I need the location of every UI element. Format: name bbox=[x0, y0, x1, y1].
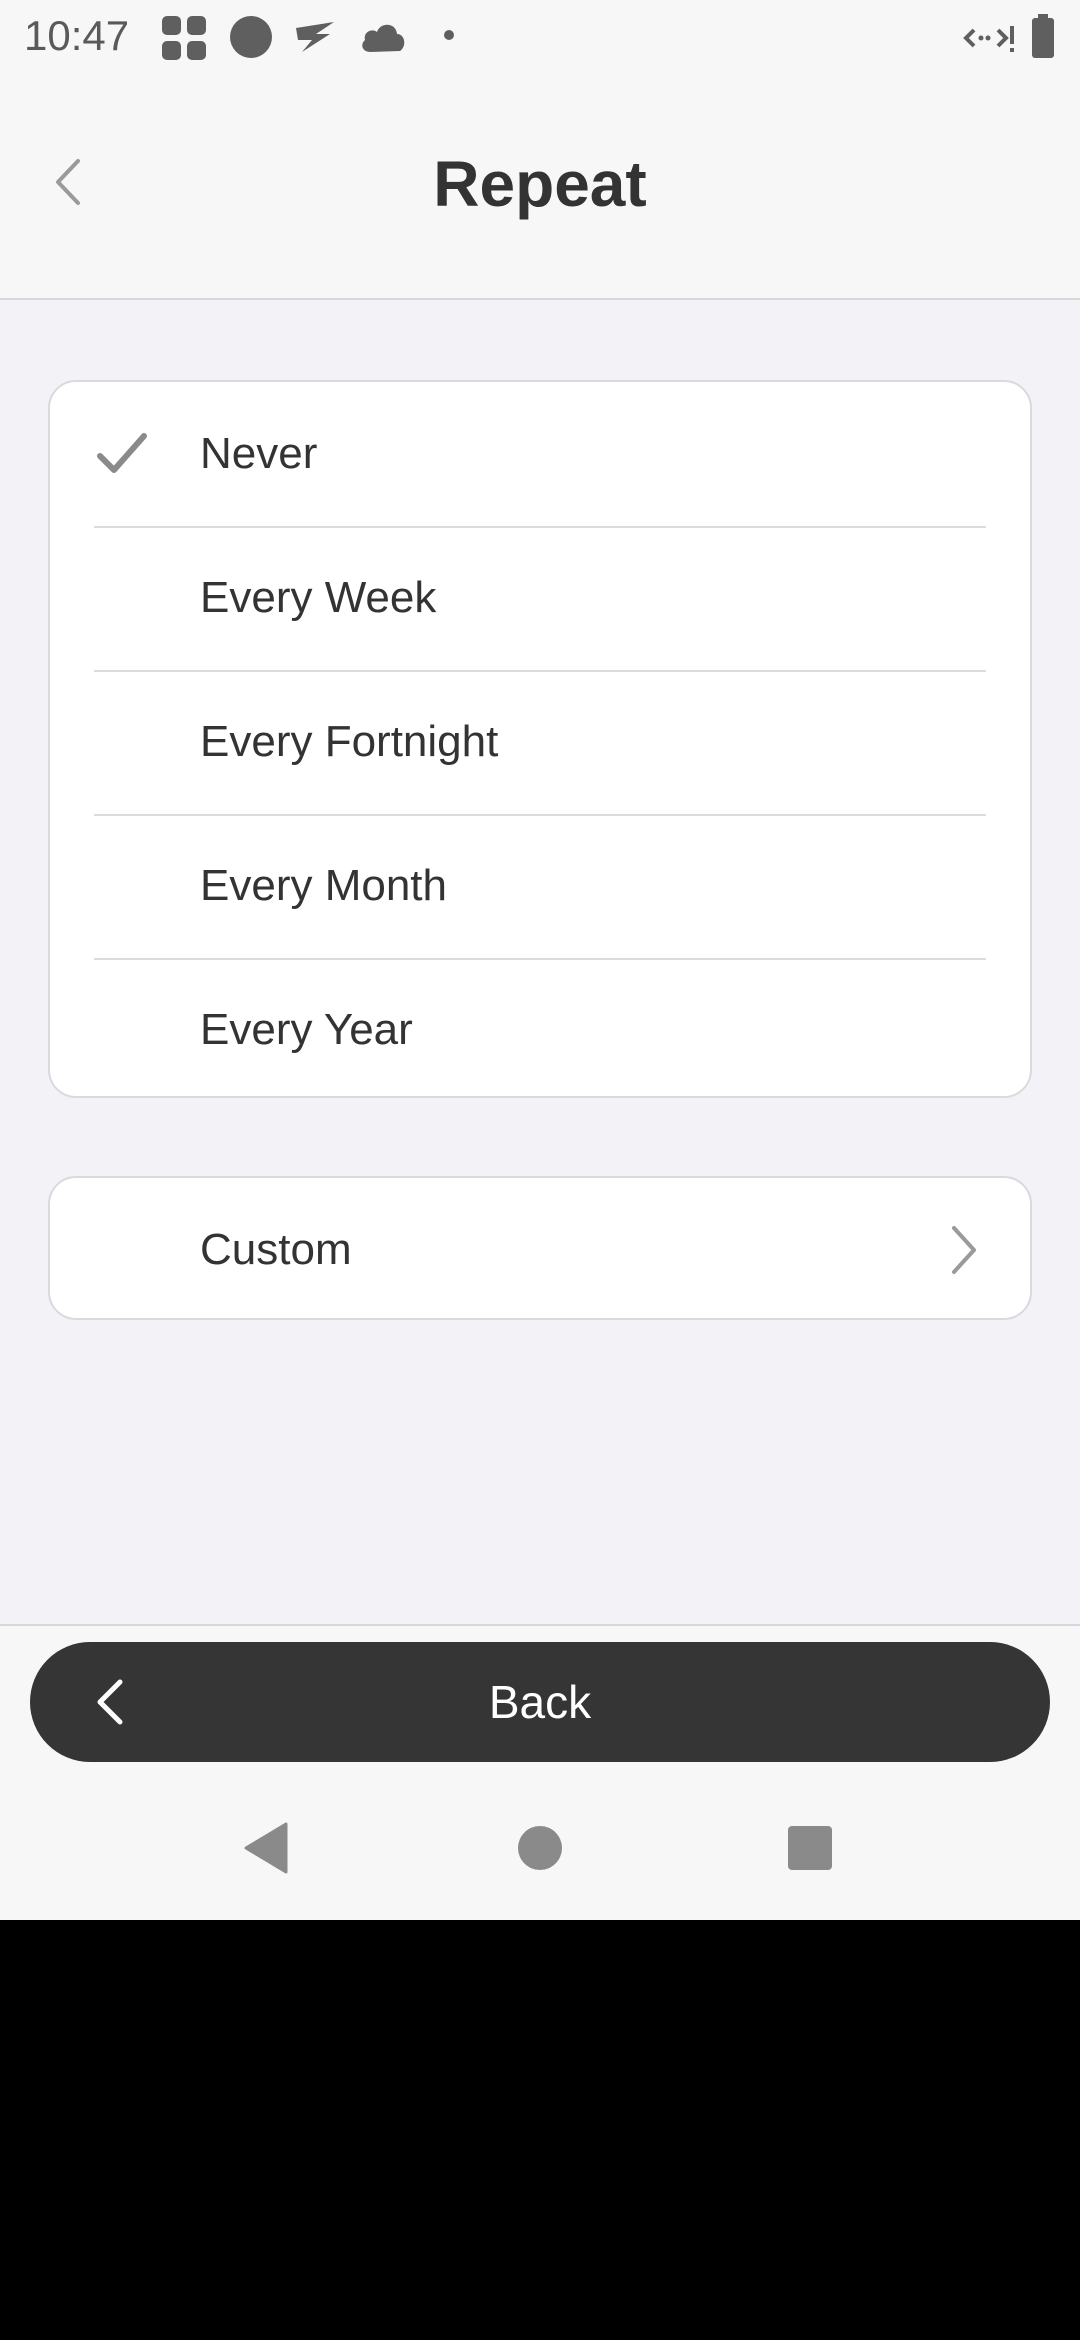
option-every-week[interactable]: Every Week bbox=[50, 526, 1030, 670]
header: Repeat bbox=[0, 72, 1080, 300]
option-every-fortnight[interactable]: Every Fortnight bbox=[50, 670, 1030, 814]
battery-icon bbox=[1032, 14, 1054, 58]
nav-back-icon[interactable] bbox=[242, 1822, 290, 1874]
circle-icon bbox=[230, 16, 272, 58]
bottom-bar: Back bbox=[0, 1624, 1080, 1920]
page-title: Repeat bbox=[433, 148, 647, 220]
status-bar: 10:47 bbox=[0, 0, 1080, 72]
swoosh-icon bbox=[296, 22, 334, 52]
screen: 10:47 Repeat Never Every Week Every Fort… bbox=[0, 0, 1080, 1920]
custom-option[interactable]: Custom bbox=[48, 1176, 1032, 1320]
option-label: Every Year bbox=[200, 1005, 413, 1054]
option-label: Every Fortnight bbox=[200, 717, 499, 766]
option-label: Never bbox=[200, 429, 318, 478]
status-time: 10:47 bbox=[24, 12, 130, 59]
repeat-options-list: Never Every Week Every Fortnight Every M… bbox=[48, 380, 1032, 1098]
app-grid-icon bbox=[162, 16, 206, 60]
custom-label: Custom bbox=[200, 1225, 352, 1274]
option-label: Every Month bbox=[200, 861, 447, 910]
back-button[interactable]: Back bbox=[30, 1642, 1050, 1762]
nav-recents-icon[interactable] bbox=[786, 1824, 834, 1872]
option-never[interactable]: Never bbox=[50, 382, 1030, 526]
nav-home-icon[interactable] bbox=[516, 1824, 564, 1872]
option-label: Every Week bbox=[200, 573, 437, 622]
option-every-year[interactable]: Every Year bbox=[50, 958, 1030, 1096]
back-button-label: Back bbox=[488, 1676, 592, 1728]
chevron-right-icon bbox=[952, 1226, 976, 1274]
checkmark-icon bbox=[97, 433, 147, 473]
cloud-icon bbox=[362, 24, 405, 52]
data-transfer-icon bbox=[963, 26, 1014, 52]
option-every-month[interactable]: Every Month bbox=[50, 814, 1030, 958]
dot-icon bbox=[444, 30, 454, 40]
